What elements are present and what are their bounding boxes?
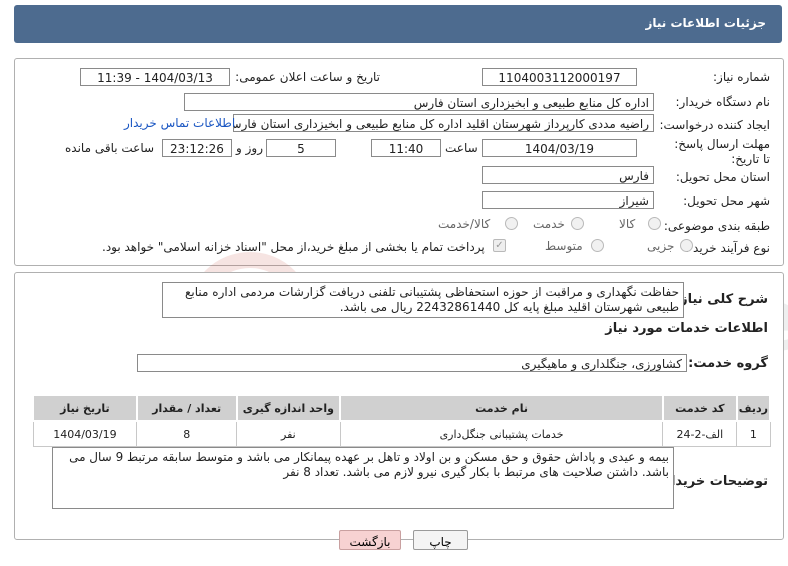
deadline-date-field: 1404/03/19 — [482, 139, 637, 157]
summary-text: حفاظت نگهداری و مراقبت از حوزه استحفاظی … — [162, 282, 684, 318]
category-service-radio[interactable] — [571, 217, 584, 230]
services-table: ردیف کد خدمت نام خدمت واحد اندازه گیری ت… — [32, 394, 772, 447]
city-field: شیراز — [482, 191, 654, 209]
province-label: استان محل تحویل: — [675, 170, 770, 184]
buyer-notes-text: بیمه و عیدی و پاداش حقوق و حق مسکن و بن … — [52, 447, 674, 509]
cell-unit: نفر — [236, 420, 341, 447]
cell-row-number: 1 — [736, 420, 771, 447]
process-minor-label: جزیی — [647, 239, 675, 253]
deadline-time-field: 11:40 — [371, 139, 441, 157]
buyer-org-field: اداره کل منابع طبیعی و ابخیزداری استان ف… — [184, 93, 654, 111]
days-field: 5 — [266, 139, 336, 157]
service-group-field: کشاورزی، جنگلداری و ماهیگیری — [137, 354, 687, 372]
buyer-notes-label: توضیحات خریدار: — [658, 474, 768, 489]
services-section-title: اطلاعات خدمات مورد نیاز — [605, 321, 768, 336]
services-table-header: ردیف کد خدمت نام خدمت واحد اندازه گیری ت… — [32, 394, 772, 422]
process-label: نوع فرآیند خرید : — [685, 241, 770, 255]
col-date-header: تاریخ نیاز — [32, 394, 138, 422]
buyer-contact-link[interactable]: اطلاعات تماس خریدار — [124, 116, 235, 130]
service-group-label: گروه خدمت: — [688, 356, 768, 371]
col-row-header: ردیف — [735, 394, 772, 422]
category-goods-service-label: کالا/خدمت — [438, 217, 491, 231]
summary-label: شرح کلی نیاز: — [674, 292, 768, 307]
process-minor-radio[interactable] — [680, 239, 693, 252]
need-number-label: شماره نیاز: — [713, 70, 770, 84]
table-row: 1 الف-2-24 خدمات پشتیبانی جنگل‌داری نفر … — [32, 420, 771, 447]
category-label: طبقه بندی موضوعی: — [663, 219, 770, 233]
days-label: روز و — [236, 141, 263, 155]
col-name-header: نام خدمت — [339, 394, 664, 422]
page-title: جزئیات اطلاعات نیاز — [645, 16, 766, 30]
need-info-panel — [14, 58, 784, 266]
city-label: شهر محل تحویل: — [683, 194, 770, 208]
back-button[interactable]: بازگشت — [339, 530, 401, 550]
print-button[interactable]: چاپ — [413, 530, 468, 550]
cell-service-name: خدمات پشتیبانی جنگل‌داری — [339, 420, 664, 447]
deadline-label: مهلت ارسال پاسخ: تا تاریخ: — [674, 137, 770, 166]
treasury-payment-note: پرداخت تمام یا بخشی از مبلغ خرید،از محل … — [102, 240, 485, 254]
province-field: فارس — [482, 166, 654, 184]
cell-service-code: الف-2-24 — [662, 420, 738, 447]
col-qty-header: تعداد / مقدار — [135, 394, 238, 422]
category-goods-label: کالا — [619, 217, 636, 231]
process-medium-label: متوسط — [545, 239, 583, 253]
remaining-time-field: 23:12:26 — [162, 139, 232, 157]
category-goods-service-radio[interactable] — [505, 217, 518, 230]
creator-field: راضیه مددی کارپرداز شهرستان اقلید اداره … — [233, 114, 654, 132]
deadline-time-label: ساعت — [445, 141, 478, 155]
category-service-label: خدمت — [533, 217, 565, 231]
cell-need-date: 1404/03/19 — [32, 420, 138, 447]
category-goods-radio[interactable] — [648, 217, 661, 230]
process-medium-radio[interactable] — [591, 239, 604, 252]
cell-quantity: 8 — [136, 420, 238, 447]
remaining-label: ساعت باقی مانده — [65, 141, 155, 155]
need-number-field: 1104003112000197 — [482, 68, 637, 86]
announce-field: 1404/03/13 - 11:39 — [80, 68, 230, 86]
page-header: جزئیات اطلاعات نیاز — [14, 5, 782, 43]
treasury-payment-checkbox[interactable]: ✓ — [493, 239, 506, 252]
buyer-org-label: نام دستگاه خریدار: — [675, 95, 771, 109]
creator-label: ایجاد کننده درخواست: — [659, 118, 770, 132]
col-unit-header: واحد اندازه گیری — [235, 394, 342, 422]
announce-label: تاریخ و ساعت اعلان عمومی: — [235, 70, 380, 84]
col-code-header: کد خدمت — [661, 394, 738, 422]
